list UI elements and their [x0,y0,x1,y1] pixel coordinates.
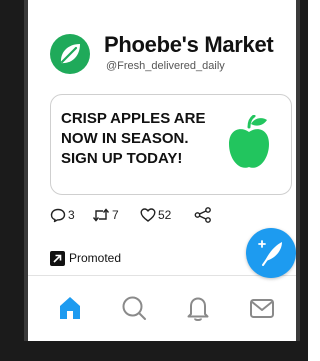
home-tab[interactable] [52,290,88,326]
like-action[interactable]: 52 [140,205,171,225]
search-icon [122,296,146,320]
advertiser-name[interactable]: Phoebe's Market [104,32,274,58]
leaf-logo-icon [50,34,90,74]
notifications-tab[interactable] [180,290,216,326]
heart-icon [140,208,156,222]
ad-headline-line-2: NOW IN SEASON. [61,130,189,147]
home-icon [60,297,80,319]
retweet-icon [92,208,110,222]
bottom-tab-bar [28,275,296,341]
advertiser-handle[interactable]: @Fresh_delivered_daily [106,60,225,72]
phone-screen: Phoebe's Market @Fresh_delivered_daily C… [28,0,296,341]
promoted-arrow-icon [50,250,65,266]
ad-card[interactable]: CRISP APPLES ARE NOW IN SEASON. SIGN UP … [50,94,292,195]
reply-count: 3 [68,208,75,222]
promoted-text: Promoted [69,251,122,265]
retweet-action[interactable]: 7 [92,205,119,225]
messages-tab[interactable] [244,290,280,326]
share-icon [194,207,211,223]
reply-icon [50,208,66,223]
like-count: 52 [158,208,172,222]
ad-headline: CRISP APPLES ARE NOW IN SEASON. SIGN UP … [61,109,211,169]
share-action[interactable] [194,205,212,225]
notifications-icon [187,297,209,321]
device-frame-bottom [0,341,308,361]
promoted-label: Promoted [50,247,121,269]
retweet-count: 7 [112,208,119,222]
profile-header: Phoebe's Market @Fresh_delivered_daily [28,32,296,82]
compose-feather-icon [258,240,282,266]
compose-tweet-button[interactable] [246,228,296,278]
device-frame-right [300,0,308,361]
ad-headline-line-1: CRISP APPLES ARE [61,110,206,127]
device-frame-left [0,0,24,361]
tweet-actions: 3 7 52 [50,205,292,227]
green-apple-icon [229,115,269,168]
search-tab[interactable] [116,290,152,326]
reply-action[interactable]: 3 [50,205,75,225]
messages-icon [250,299,274,318]
ad-headline-line-3: SIGN UP TODAY! [61,150,183,167]
